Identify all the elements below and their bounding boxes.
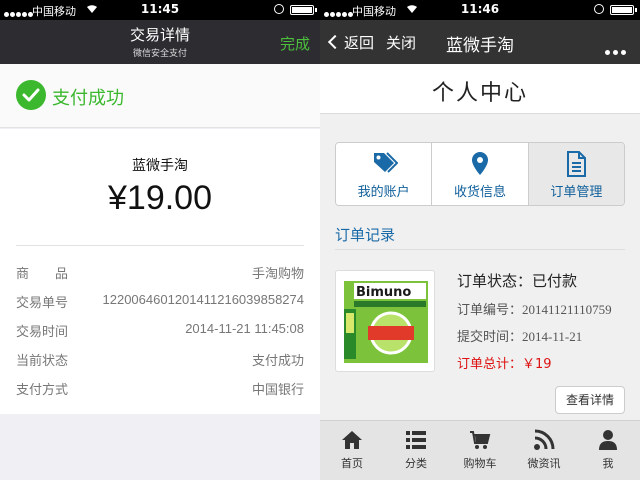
user-center-screen: 中国移动 11:46 返回 关闭 蓝微手淘 个人中心 我的账户 收货信息 订单管…: [320, 0, 640, 480]
battery-icon: [290, 5, 317, 15]
app-title: 蓝微手淘: [446, 36, 514, 56]
order-item: Bimuno 订单状态：已付款 订单编号：20141121110759 提交时间…: [335, 270, 625, 380]
page-header: 个人中心: [320, 64, 640, 114]
tab-label: 分类: [405, 457, 427, 470]
order-time-label: 提交时间：: [457, 330, 523, 345]
rss-icon: [534, 429, 555, 450]
tab-bar: 首页 分类 购物车 微资讯 我: [320, 420, 640, 480]
order-total: 订单总计：￥19: [457, 357, 552, 372]
tab-label: 微资讯: [527, 457, 561, 470]
order-time: 提交时间：2014-11-21: [457, 326, 612, 345]
detail-value: 1220064601201411216039858274: [102, 292, 304, 307]
tile-label: 收货信息: [453, 185, 506, 200]
detail-row-status: 当前状态 支付成功: [16, 346, 304, 375]
tile-label: 我的账户: [357, 185, 410, 200]
clock-time: 11:45: [140, 2, 180, 16]
detail-value: 手淘购物: [251, 267, 304, 282]
alarm-icon: [594, 4, 604, 14]
detail-label: 当前状态: [16, 354, 69, 369]
divider: [16, 245, 304, 246]
document-icon: [567, 151, 587, 177]
order-time-value: 2014-11-21: [522, 329, 583, 344]
battery-icon: [610, 5, 637, 15]
detail-value: 中国银行: [251, 383, 304, 398]
page-title: 个人中心: [431, 81, 528, 106]
section-title: 订单记录: [335, 226, 396, 244]
order-info: 订单状态：已付款 订单编号：20141121110759 提交时间：2014-1…: [457, 270, 612, 372]
detail-label: 交易单号: [16, 296, 69, 311]
detail-value: 2014-11-21 11:45:08: [185, 321, 304, 336]
check-circle-icon: [16, 80, 46, 110]
status-bar: 中国移动 11:46: [320, 0, 640, 20]
tile-label: 订单管理: [550, 185, 603, 200]
detail-row-time: 交易时间 2014-11-21 11:45:08: [16, 317, 304, 346]
list-icon: [406, 431, 426, 449]
tab-category[interactable]: 分类: [384, 421, 448, 480]
detail-row-transaction-id: 交易单号 1220064601201411216039858274: [16, 288, 304, 317]
order-status: 订单状态：已付款: [457, 272, 578, 290]
nav-bar: 交易详情 微信安全支付 完成: [0, 20, 320, 64]
tile-order-management[interactable]: 订单管理: [528, 143, 624, 205]
tab-home[interactable]: 首页: [320, 421, 384, 480]
tile-shipping-info[interactable]: 收货信息: [432, 143, 529, 205]
divider: [335, 249, 625, 250]
tab-cart[interactable]: 购物车: [448, 421, 512, 480]
order-number: 订单编号：20141121110759: [457, 299, 612, 318]
home-icon: [342, 431, 362, 449]
receipt-card: 蓝微手淘 ¥19.00 商 品 手淘购物 交易单号 12200646012014…: [0, 129, 320, 414]
detail-row-product: 商 品 手淘购物: [16, 259, 304, 288]
map-marker-icon: [471, 152, 488, 175]
detail-value: 支付成功: [251, 354, 304, 369]
nav-bar: 返回 关闭 蓝微手淘: [320, 20, 640, 64]
tab-label: 我: [602, 457, 614, 470]
tab-news[interactable]: 微资讯: [512, 421, 576, 480]
done-button[interactable]: 完成: [280, 33, 310, 54]
payment-detail-screen: 中国移动 11:45 交易详情 微信安全支付 完成 支付成功 蓝微手淘 ¥19.…: [0, 0, 320, 480]
cart-icon: [470, 431, 491, 449]
status-bar: 中国移动 11:45: [0, 0, 320, 20]
merchant-name: 蓝微手淘: [132, 158, 188, 174]
detail-label: 支付方式: [16, 383, 69, 398]
payment-amount: ¥19.00: [108, 179, 212, 217]
page-title: 交易详情: [129, 26, 190, 44]
more-icon[interactable]: [602, 40, 626, 59]
product-brand: Bimuno: [356, 285, 411, 300]
success-message: 支付成功: [52, 88, 124, 109]
product-image[interactable]: Bimuno: [335, 270, 435, 372]
detail-label: 交易时间: [16, 325, 69, 340]
tab-me[interactable]: 我: [576, 421, 640, 480]
page-subtitle: 微信安全支付: [132, 49, 187, 59]
alarm-icon: [274, 4, 284, 14]
order-number-value: 20141121110759: [522, 302, 612, 317]
detail-label: 商 品: [16, 267, 69, 282]
detail-row-payment-method: 支付方式 中国银行: [16, 375, 304, 404]
tags-icon: [373, 152, 398, 173]
account-menu: 我的账户 收货信息 订单管理: [335, 142, 625, 206]
tile-my-account[interactable]: 我的账户: [336, 143, 433, 205]
view-details-button[interactable]: 查看详情: [555, 386, 625, 414]
order-number-label: 订单编号：: [457, 303, 523, 318]
clock-time: 11:46: [460, 2, 500, 16]
user-icon: [599, 430, 617, 450]
tab-label: 首页: [341, 457, 363, 470]
tab-label: 购物车: [463, 457, 497, 470]
receipt-details: 商 品 手淘购物 交易单号 12200646012014112160398582…: [16, 259, 304, 404]
payment-success-banner: 支付成功: [0, 64, 320, 128]
